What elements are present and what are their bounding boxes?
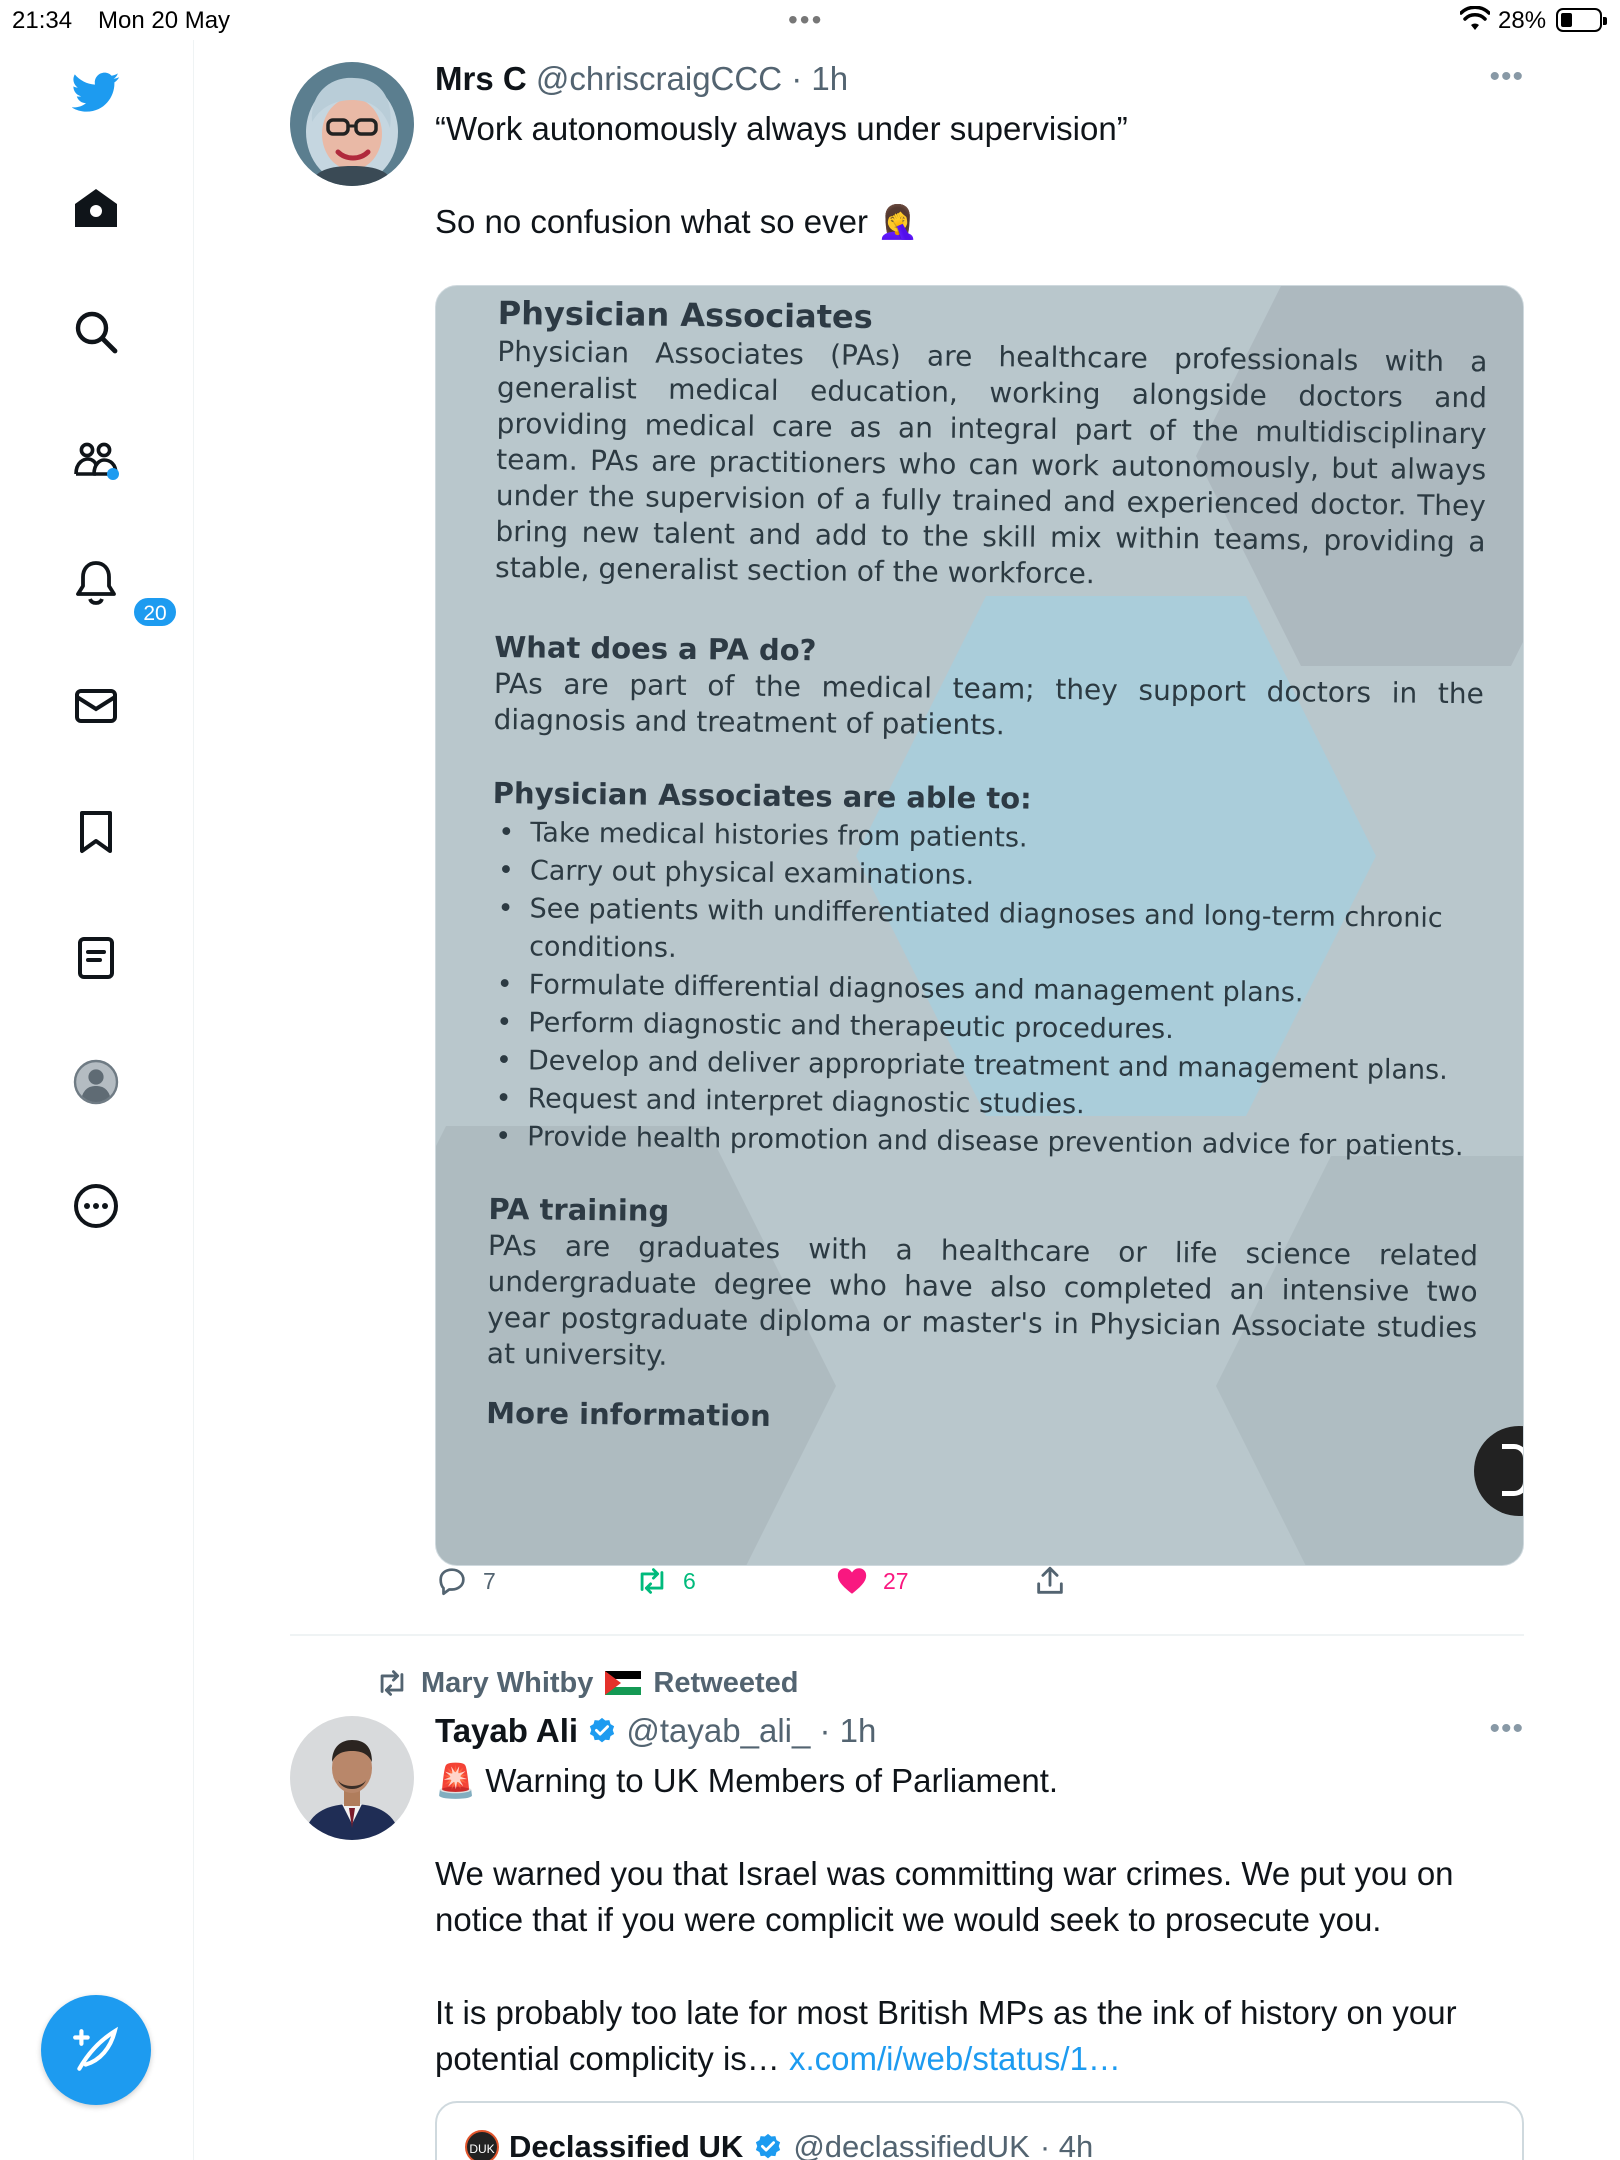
- status-date: Mon 20 May: [98, 7, 231, 34]
- reply-button[interactable]: 7: [435, 1564, 496, 1598]
- retweeter-name[interactable]: Mary Whitby: [421, 1667, 593, 1700]
- leaflet-heading: Physician Associates are able to:: [492, 775, 1032, 816]
- tweet-media-image[interactable]: Physician Associates Physician Associate…: [435, 285, 1524, 1566]
- tweet-header: Tayab Ali @tayab_ali_ · 1h: [435, 1712, 876, 1750]
- messages-envelope-icon[interactable]: [66, 676, 126, 736]
- retweet-icon: [640, 1568, 664, 1594]
- tweet-actions: 7 6 27: [435, 1564, 1135, 1604]
- multitasking-dots-icon[interactable]: •••: [788, 4, 823, 36]
- heart-icon: [837, 1568, 867, 1594]
- compose-feather-icon[interactable]: [41, 1995, 151, 2105]
- quoted-author-name[interactable]: Declassified UK: [509, 2129, 743, 2160]
- battery-percent: 28%: [1498, 7, 1547, 34]
- communities-icon[interactable]: [66, 428, 126, 488]
- tweet-header: Mrs C @chriscraigCCC · 1h: [435, 60, 848, 98]
- share-button[interactable]: [1033, 1564, 1067, 1598]
- quoted-tweet-time: · 4h: [1039, 2129, 1094, 2160]
- quoted-author-handle[interactable]: @declassifiedUK: [793, 2129, 1030, 2160]
- leaflet-paragraph: Physician Associates (PAs) are healthcar…: [494, 334, 1488, 591]
- share-icon: [1037, 1566, 1063, 1594]
- bookmarks-icon[interactable]: [66, 802, 126, 862]
- author-handle[interactable]: @chriscraigCCC: [536, 60, 782, 97]
- tweet-text-line: So no confusion what so ever 🤦‍♀️: [435, 203, 919, 240]
- author-name[interactable]: Mrs C: [435, 60, 527, 97]
- tweet-more-icon[interactable]: •••: [1489, 60, 1524, 94]
- avatar[interactable]: [290, 62, 414, 186]
- author-name[interactable]: Tayab Ali: [435, 1712, 578, 1749]
- communities-new-dot: [107, 468, 119, 480]
- tweet-text-paragraph: It is probably too late for most British…: [435, 1990, 1524, 2082]
- tweet-more-icon[interactable]: •••: [1489, 1712, 1524, 1746]
- status-bar: 21:34 Mon 20 May ••• 28%: [0, 0, 1620, 40]
- retweeted-label: Retweeted: [653, 1666, 799, 1699]
- twitter-bird-icon[interactable]: [66, 62, 126, 122]
- status-time: 21:34: [12, 7, 73, 34]
- like-count: 27: [883, 1567, 909, 1594]
- tweet-time[interactable]: · 1h: [791, 60, 848, 97]
- leaflet-paragraph: PAs are part of the medical team; they s…: [493, 666, 1485, 742]
- more-options-icon[interactable]: [66, 1176, 126, 1236]
- author-handle[interactable]: @tayab_ali_: [626, 1712, 810, 1749]
- quoted-tweet[interactable]: DUK Declassified UK @declassifiedUK · 4h: [435, 2101, 1524, 2160]
- tweet-text-line: “Work autonomously always under supervis…: [435, 110, 1128, 147]
- reply-icon: [439, 1568, 465, 1596]
- sidebar-nav: 20: [0, 40, 194, 2160]
- reply-count: 7: [483, 1567, 496, 1594]
- avatar[interactable]: [290, 1716, 414, 1840]
- verified-badge-icon: [590, 1717, 615, 1743]
- leaflet-bullet: See patients with undifferentiated diagn…: [491, 890, 1482, 976]
- search-icon[interactable]: [66, 302, 126, 362]
- battery-icon: [1556, 8, 1607, 32]
- leaflet-bullet-list: Take medical histories from patients. Ca…: [489, 814, 1483, 1166]
- tweet-text-line: We warned you that Israel was committing…: [435, 1855, 1463, 1938]
- quoted-avatar[interactable]: DUK: [465, 2130, 499, 2160]
- like-button[interactable]: 27: [835, 1564, 909, 1598]
- lists-icon[interactable]: [66, 928, 126, 988]
- notifications-bell-icon[interactable]: [66, 552, 126, 612]
- verified-badge-icon: [756, 2133, 781, 2159]
- quoted-tweet-header: DUK Declassified UK @declassifiedUK · 4h: [465, 2129, 1093, 2160]
- retweet-count: 6: [683, 1567, 696, 1594]
- palestine-flag-icon: [605, 1671, 642, 1695]
- leaflet-text: Physician Associates Physician Associate…: [486, 294, 1488, 1440]
- retweet-context[interactable]: Mary Whitby Retweeted: [375, 1666, 798, 1700]
- leaflet-paragraph: PAs are graduates with a healthcare or l…: [486, 1228, 1479, 1372]
- tweet-text-line: 🚨 Warning to UK Members of Parliament.: [435, 1762, 1059, 1799]
- home-icon[interactable]: [66, 178, 126, 238]
- wifi-icon: [1460, 6, 1490, 30]
- tweet-divider: [290, 1634, 1524, 1636]
- profile-icon[interactable]: [66, 1052, 126, 1112]
- tweet-time[interactable]: · 1h: [820, 1712, 877, 1749]
- retweet-icon: [380, 1670, 404, 1696]
- retweet-button[interactable]: 6: [635, 1564, 696, 1598]
- tweet-link[interactable]: x.com/i/web/status/1…: [789, 2040, 1121, 2077]
- notifications-badge: 20: [132, 596, 178, 628]
